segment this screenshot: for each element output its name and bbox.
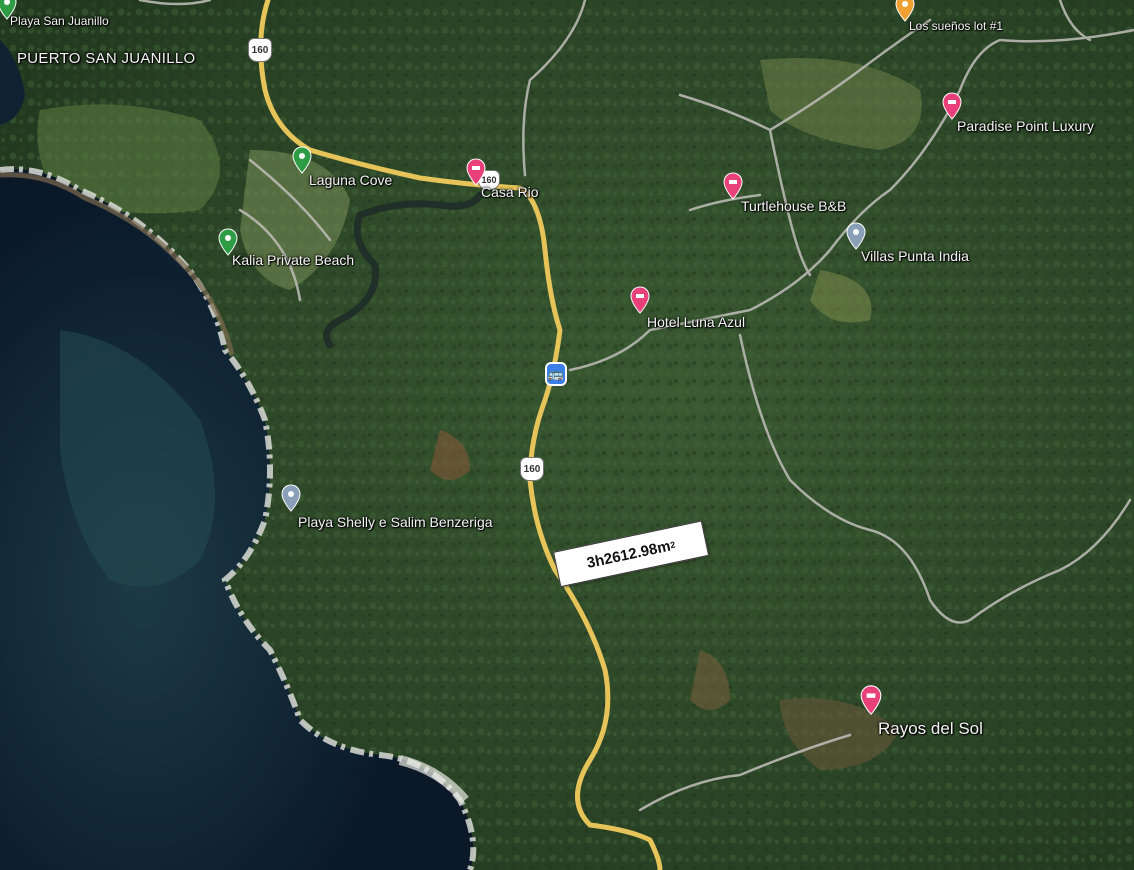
label-playa-shelly: Playa Shelly e Salim Benzeriga xyxy=(298,514,493,530)
route-160-shield: 160 xyxy=(248,38,272,62)
poi-pin-icon[interactable] xyxy=(280,484,302,512)
poi-pin-icon[interactable] xyxy=(845,222,867,250)
hotel-pin-icon[interactable] xyxy=(941,92,963,120)
label-playa-san-juanillo: Playa San Juanillo xyxy=(10,14,109,28)
label-villas-punta-india: Villas Punta India xyxy=(861,248,969,264)
label-casa-rio: Casa Rio xyxy=(481,184,539,200)
label-rayos-del-sol: Rayos del Sol xyxy=(878,719,983,738)
hotel-pin-icon[interactable] xyxy=(859,684,883,716)
area-unit-superscript: 2 xyxy=(669,539,677,551)
hotel-pin-icon[interactable] xyxy=(629,286,651,314)
satellite-map[interactable]: 160 160 160 🚌 Playa San Juanillo PUERTO … xyxy=(0,0,1134,870)
park-pin-icon[interactable] xyxy=(291,146,313,174)
bus-stop-icon[interactable]: 🚌 xyxy=(545,362,567,386)
label-laguna-cove: Laguna Cove xyxy=(309,172,393,188)
label-hotel-luna-azul: Hotel Luna Azul xyxy=(647,314,746,330)
route-160-shield: 160 xyxy=(520,457,544,481)
label-los-suenos-lot: Los sueños lot #1 xyxy=(909,19,1004,33)
label-turtlehouse: Turtlehouse B&B xyxy=(741,198,847,214)
hotel-pin-icon[interactable] xyxy=(722,172,744,200)
label-paradise-point: Paradise Point Luxury xyxy=(957,118,1094,134)
label-puerto-san-juanillo: PUERTO SAN JUANILLO xyxy=(17,50,196,67)
label-kalia-private-beach: Kalia Private Beach xyxy=(232,252,355,268)
hotel-pin-icon[interactable] xyxy=(465,158,487,186)
